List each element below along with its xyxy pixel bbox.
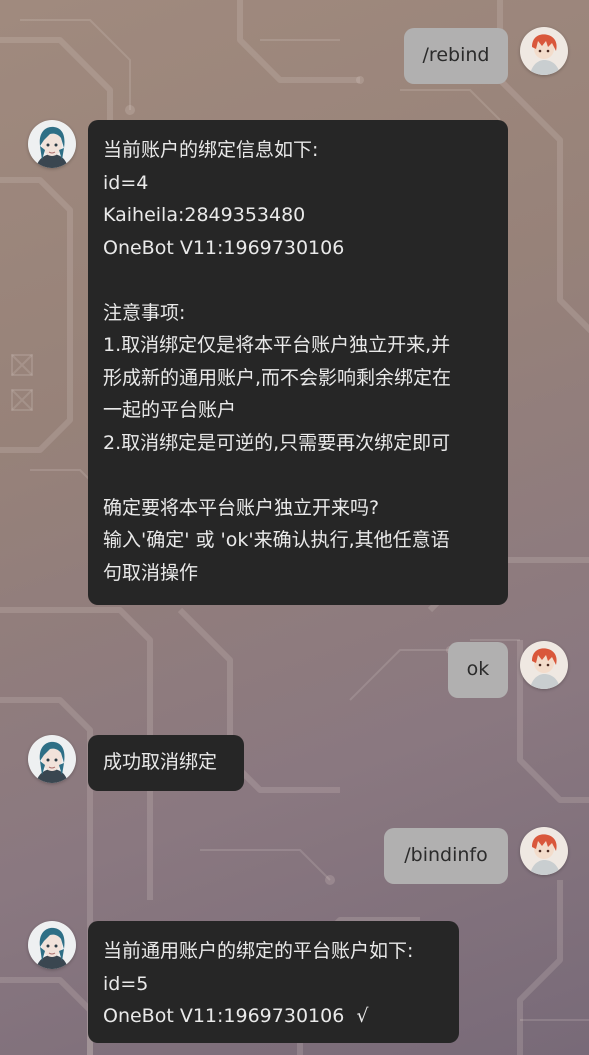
bot-message-bubble: 当前账户的绑定信息如下: id=4 Kaiheila:2849353480 On…	[88, 120, 508, 605]
bot-avatar	[28, 921, 76, 969]
chat-log: /rebind 当前账户的绑定信息如下: id=4 Kaiheila:28493…	[0, 0, 589, 1055]
bot-avatar	[28, 735, 76, 783]
user-message-bubble: ok	[448, 642, 508, 698]
bot-message-bubble: 成功取消绑定	[88, 735, 244, 791]
bot-message-bubble: 当前通用账户的绑定的平台账户如下: id=5 OneBot V11:196973…	[88, 921, 459, 1043]
user-message-bubble: /rebind	[404, 28, 508, 84]
bot-avatar	[28, 120, 76, 168]
user-message-bubble: /bindinfo	[384, 828, 508, 884]
user-avatar	[520, 27, 568, 75]
user-avatar	[520, 641, 568, 689]
user-avatar	[520, 827, 568, 875]
